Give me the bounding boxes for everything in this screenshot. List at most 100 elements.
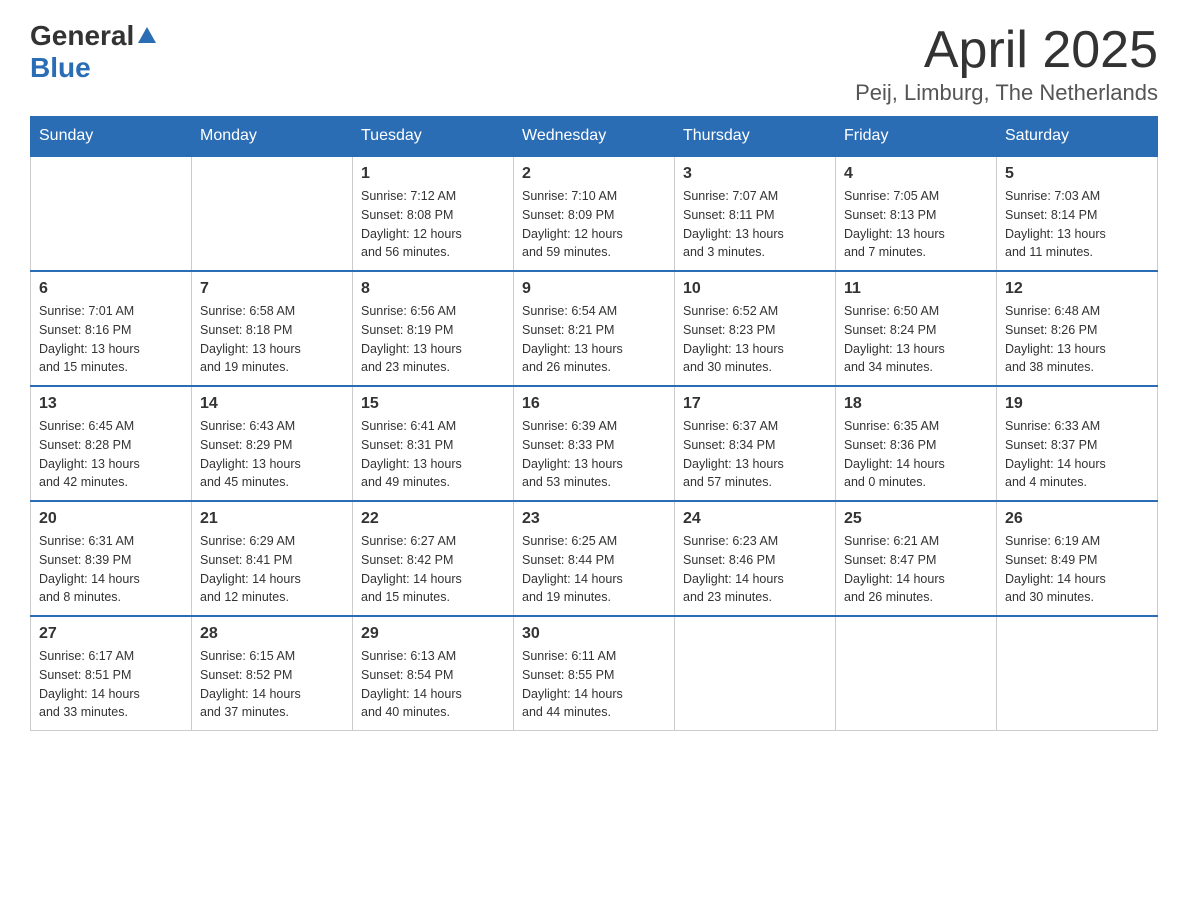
calendar-cell bbox=[836, 616, 997, 731]
day-number: 3 bbox=[683, 165, 827, 183]
calendar-cell: 20 Sunrise: 6:31 AM Sunset: 8:39 PM Dayli… bbox=[31, 501, 192, 616]
day-info: Sunrise: 7:01 AM Sunset: 8:16 PM Dayligh… bbox=[39, 302, 183, 377]
day-info: Sunrise: 7:10 AM Sunset: 8:09 PM Dayligh… bbox=[522, 187, 666, 262]
calendar-cell: 2 Sunrise: 7:10 AM Sunset: 8:09 PM Daylig… bbox=[514, 156, 675, 271]
calendar-week-row: 27 Sunrise: 6:17 AM Sunset: 8:51 PM Dayli… bbox=[31, 616, 1158, 731]
calendar-cell: 5Sunrise: 7:03 AM Sunset: 8:14 PM Daylig… bbox=[997, 156, 1158, 271]
day-number: 28 bbox=[200, 625, 344, 643]
calendar-cell: 17 Sunrise: 6:37 AM Sunset: 8:34 PM Dayli… bbox=[675, 386, 836, 501]
day-number: 15 bbox=[361, 395, 505, 413]
logo-general: General bbox=[30, 20, 134, 52]
day-number: 17 bbox=[683, 395, 827, 413]
calendar-cell: 25 Sunrise: 6:21 AM Sunset: 8:47 PM Dayli… bbox=[836, 501, 997, 616]
day-number: 2 bbox=[522, 165, 666, 183]
calendar-cell: 9 Sunrise: 6:54 AM Sunset: 8:21 PM Daylig… bbox=[514, 271, 675, 386]
day-number: 29 bbox=[361, 625, 505, 643]
day-number: 24 bbox=[683, 510, 827, 528]
calendar-cell: 29 Sunrise: 6:13 AM Sunset: 8:54 PM Dayli… bbox=[353, 616, 514, 731]
calendar-cell: 16Sunrise: 6:39 AM Sunset: 8:33 PM Dayli… bbox=[514, 386, 675, 501]
day-info: Sunrise: 6:45 AM Sunset: 8:28 PM Dayligh… bbox=[39, 417, 183, 492]
day-info: Sunrise: 6:13 AM Sunset: 8:54 PM Dayligh… bbox=[361, 647, 505, 722]
day-number: 23 bbox=[522, 510, 666, 528]
logo-triangle-icon bbox=[136, 25, 158, 47]
calendar-week-row: 13Sunrise: 6:45 AM Sunset: 8:28 PM Dayli… bbox=[31, 386, 1158, 501]
calendar-header-sunday: Sunday bbox=[31, 117, 192, 157]
calendar-cell: 15 Sunrise: 6:41 AM Sunset: 8:31 PM Dayli… bbox=[353, 386, 514, 501]
calendar-cell: 18 Sunrise: 6:35 AM Sunset: 8:36 PM Dayli… bbox=[836, 386, 997, 501]
calendar-cell: 27 Sunrise: 6:17 AM Sunset: 8:51 PM Dayli… bbox=[31, 616, 192, 731]
calendar-header-thursday: Thursday bbox=[675, 117, 836, 157]
day-info: Sunrise: 6:11 AM Sunset: 8:55 PM Dayligh… bbox=[522, 647, 666, 722]
day-info: Sunrise: 7:07 AM Sunset: 8:11 PM Dayligh… bbox=[683, 187, 827, 262]
day-number: 16 bbox=[522, 395, 666, 413]
calendar-cell: 3 Sunrise: 7:07 AM Sunset: 8:11 PM Daylig… bbox=[675, 156, 836, 271]
calendar-header-monday: Monday bbox=[192, 117, 353, 157]
day-info: Sunrise: 6:58 AM Sunset: 8:18 PM Dayligh… bbox=[200, 302, 344, 377]
calendar-cell: 4Sunrise: 7:05 AM Sunset: 8:13 PM Daylig… bbox=[836, 156, 997, 271]
calendar-cell: 1Sunrise: 7:12 AM Sunset: 8:08 PM Daylig… bbox=[353, 156, 514, 271]
day-info: Sunrise: 7:12 AM Sunset: 8:08 PM Dayligh… bbox=[361, 187, 505, 262]
day-number: 9 bbox=[522, 280, 666, 298]
calendar-table: SundayMondayTuesdayWednesdayThursdayFrid… bbox=[30, 116, 1158, 731]
calendar-cell bbox=[31, 156, 192, 271]
day-info: Sunrise: 7:05 AM Sunset: 8:13 PM Dayligh… bbox=[844, 187, 988, 262]
day-number: 12 bbox=[1005, 280, 1149, 298]
calendar-header-row: SundayMondayTuesdayWednesdayThursdayFrid… bbox=[31, 117, 1158, 157]
day-number: 6 bbox=[39, 280, 183, 298]
calendar-cell: 14Sunrise: 6:43 AM Sunset: 8:29 PM Dayli… bbox=[192, 386, 353, 501]
calendar-header-friday: Friday bbox=[836, 117, 997, 157]
day-info: Sunrise: 6:35 AM Sunset: 8:36 PM Dayligh… bbox=[844, 417, 988, 492]
day-info: Sunrise: 6:21 AM Sunset: 8:47 PM Dayligh… bbox=[844, 532, 988, 607]
day-info: Sunrise: 6:31 AM Sunset: 8:39 PM Dayligh… bbox=[39, 532, 183, 607]
calendar-cell: 24Sunrise: 6:23 AM Sunset: 8:46 PM Dayli… bbox=[675, 501, 836, 616]
page-subtitle: Peij, Limburg, The Netherlands bbox=[855, 80, 1158, 106]
calendar-cell: 21Sunrise: 6:29 AM Sunset: 8:41 PM Dayli… bbox=[192, 501, 353, 616]
calendar-cell: 7 Sunrise: 6:58 AM Sunset: 8:18 PM Daylig… bbox=[192, 271, 353, 386]
day-info: Sunrise: 6:54 AM Sunset: 8:21 PM Dayligh… bbox=[522, 302, 666, 377]
day-info: Sunrise: 6:41 AM Sunset: 8:31 PM Dayligh… bbox=[361, 417, 505, 492]
day-number: 27 bbox=[39, 625, 183, 643]
day-number: 8 bbox=[361, 280, 505, 298]
title-area: April 2025 Peij, Limburg, The Netherland… bbox=[855, 20, 1158, 106]
calendar-cell: 23Sunrise: 6:25 AM Sunset: 8:44 PM Dayli… bbox=[514, 501, 675, 616]
day-number: 26 bbox=[1005, 510, 1149, 528]
day-number: 21 bbox=[200, 510, 344, 528]
calendar-header-tuesday: Tuesday bbox=[353, 117, 514, 157]
calendar-cell bbox=[997, 616, 1158, 731]
logo: General Blue bbox=[30, 20, 158, 84]
day-number: 19 bbox=[1005, 395, 1149, 413]
day-info: Sunrise: 6:56 AM Sunset: 8:19 PM Dayligh… bbox=[361, 302, 505, 377]
day-number: 22 bbox=[361, 510, 505, 528]
day-number: 10 bbox=[683, 280, 827, 298]
calendar-cell bbox=[675, 616, 836, 731]
day-number: 25 bbox=[844, 510, 988, 528]
day-info: Sunrise: 6:48 AM Sunset: 8:26 PM Dayligh… bbox=[1005, 302, 1149, 377]
day-info: Sunrise: 6:15 AM Sunset: 8:52 PM Dayligh… bbox=[200, 647, 344, 722]
day-info: Sunrise: 6:17 AM Sunset: 8:51 PM Dayligh… bbox=[39, 647, 183, 722]
calendar-cell: 13Sunrise: 6:45 AM Sunset: 8:28 PM Dayli… bbox=[31, 386, 192, 501]
day-info: Sunrise: 6:43 AM Sunset: 8:29 PM Dayligh… bbox=[200, 417, 344, 492]
day-info: Sunrise: 6:37 AM Sunset: 8:34 PM Dayligh… bbox=[683, 417, 827, 492]
calendar-cell: 11Sunrise: 6:50 AM Sunset: 8:24 PM Dayli… bbox=[836, 271, 997, 386]
calendar-cell: 30 Sunrise: 6:11 AM Sunset: 8:55 PM Dayli… bbox=[514, 616, 675, 731]
calendar-cell: 12 Sunrise: 6:48 AM Sunset: 8:26 PM Dayli… bbox=[997, 271, 1158, 386]
calendar-cell: 22 Sunrise: 6:27 AM Sunset: 8:42 PM Dayli… bbox=[353, 501, 514, 616]
day-info: Sunrise: 6:33 AM Sunset: 8:37 PM Dayligh… bbox=[1005, 417, 1149, 492]
calendar-header-saturday: Saturday bbox=[997, 117, 1158, 157]
logo-blue: Blue bbox=[30, 52, 91, 83]
day-number: 18 bbox=[844, 395, 988, 413]
day-number: 5 bbox=[1005, 165, 1149, 183]
day-info: Sunrise: 6:19 AM Sunset: 8:49 PM Dayligh… bbox=[1005, 532, 1149, 607]
day-number: 30 bbox=[522, 625, 666, 643]
calendar-header-wednesday: Wednesday bbox=[514, 117, 675, 157]
calendar-week-row: 1Sunrise: 7:12 AM Sunset: 8:08 PM Daylig… bbox=[31, 156, 1158, 271]
calendar-cell bbox=[192, 156, 353, 271]
page-header: General Blue April 2025 Peij, Limburg, T… bbox=[30, 20, 1158, 106]
day-info: Sunrise: 6:50 AM Sunset: 8:24 PM Dayligh… bbox=[844, 302, 988, 377]
page-title: April 2025 bbox=[855, 20, 1158, 80]
calendar-week-row: 6 Sunrise: 7:01 AM Sunset: 8:16 PM Daylig… bbox=[31, 271, 1158, 386]
day-info: Sunrise: 6:27 AM Sunset: 8:42 PM Dayligh… bbox=[361, 532, 505, 607]
day-number: 20 bbox=[39, 510, 183, 528]
calendar-cell: 28 Sunrise: 6:15 AM Sunset: 8:52 PM Dayli… bbox=[192, 616, 353, 731]
day-number: 7 bbox=[200, 280, 344, 298]
